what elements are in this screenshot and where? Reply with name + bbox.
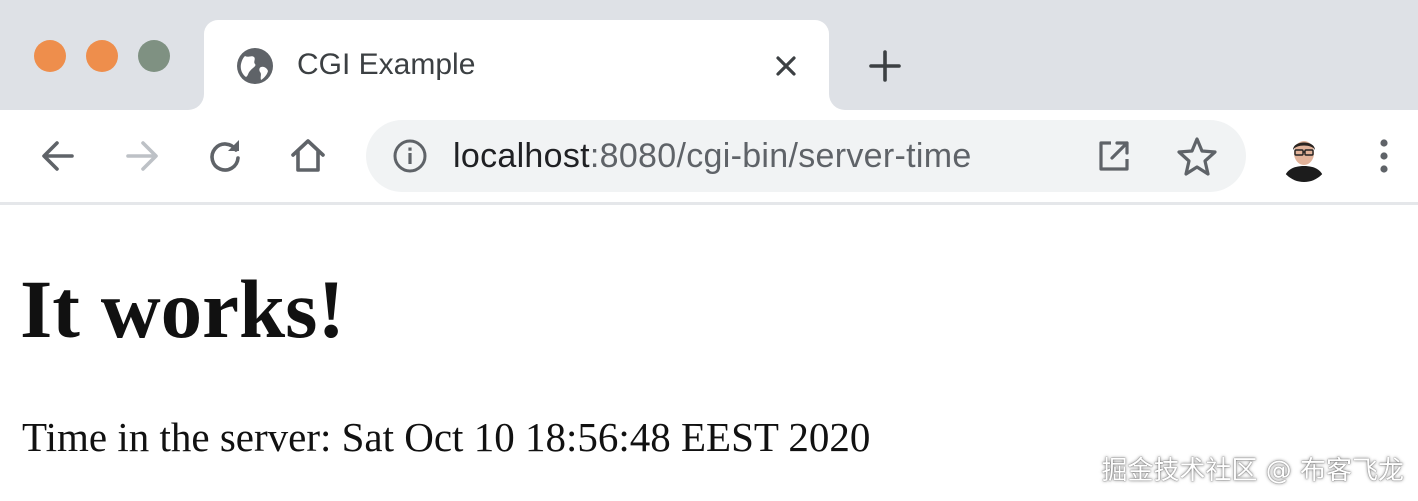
window-minimize-button[interactable] <box>86 40 118 72</box>
close-icon[interactable] <box>769 49 803 83</box>
browser-toolbar: localhost:8080/cgi-bin/server-time <box>0 110 1418 205</box>
forward-arrow-icon <box>126 141 158 171</box>
watermark: 掘金技术社区 @ 布客飞龙 <box>1101 456 1404 486</box>
server-time-text: Time in the server: Sat Oct 10 18:56:48 … <box>22 414 871 460</box>
star-icon[interactable] <box>1176 135 1218 177</box>
tab-title: CGI Example <box>297 48 476 81</box>
kebab-menu-icon[interactable] <box>1364 136 1404 176</box>
window-close-button[interactable] <box>34 40 66 72</box>
home-icon[interactable] <box>286 134 330 178</box>
open-in-new-icon[interactable] <box>1095 137 1133 175</box>
window-zoom-button[interactable] <box>138 40 170 72</box>
address-bar[interactable]: localhost:8080/cgi-bin/server-time <box>366 120 1246 192</box>
reload-icon[interactable] <box>203 134 247 178</box>
tab-strip: CGI Example <box>0 0 1418 110</box>
tab-active[interactable]: CGI Example <box>204 20 829 110</box>
url-path: :8080/cgi-bin/server-time <box>589 137 972 175</box>
page-heading: It works! <box>20 263 346 355</box>
avatar[interactable] <box>1279 132 1329 182</box>
url-host: localhost <box>453 137 590 175</box>
back-arrow-icon[interactable] <box>36 134 80 178</box>
url-text[interactable]: localhost:8080/cgi-bin/server-time <box>453 136 972 176</box>
globe-icon <box>237 48 273 84</box>
profile-photo-icon <box>1279 132 1329 182</box>
info-icon[interactable] <box>392 138 428 174</box>
new-tab-button[interactable] <box>866 47 904 85</box>
